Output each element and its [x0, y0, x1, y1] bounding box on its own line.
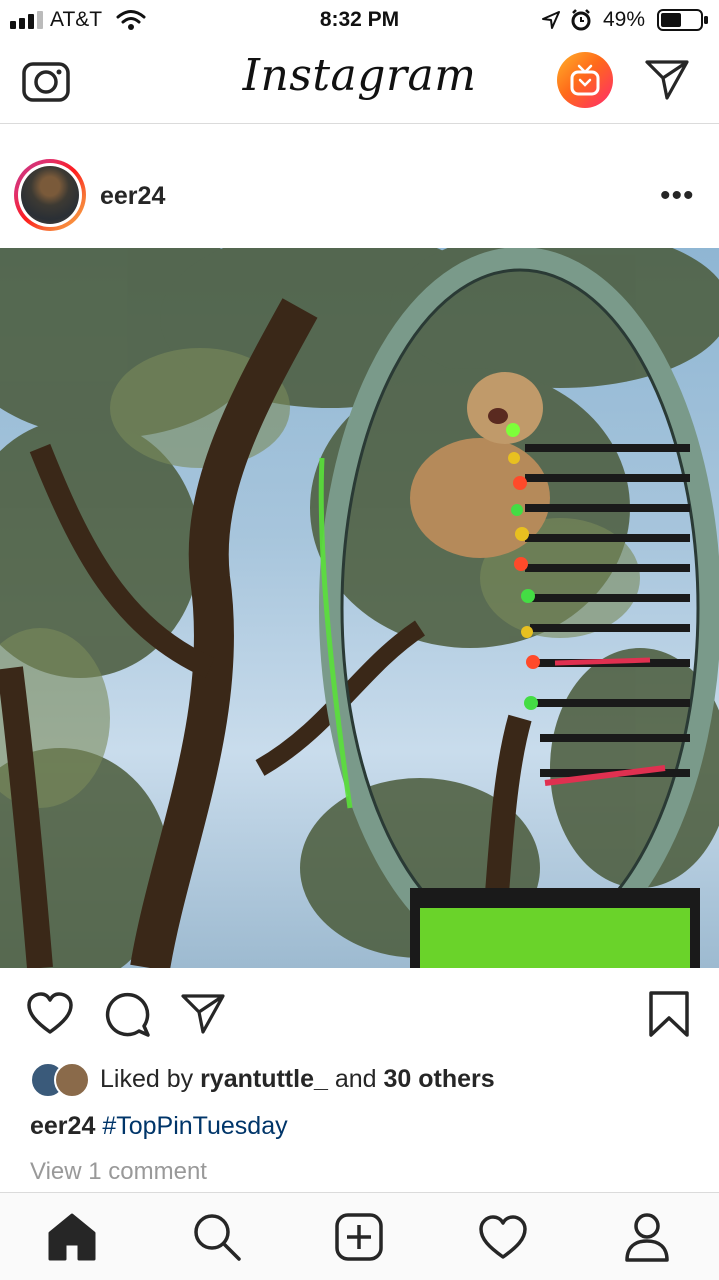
battery-percent: 49%	[603, 8, 646, 31]
bookmark-icon[interactable]	[648, 990, 690, 1038]
more-options-icon[interactable]: •••	[660, 179, 695, 213]
post-photo-illustration	[0, 248, 719, 968]
caption-hashtag[interactable]: #TopPinTuesday	[102, 1112, 287, 1140]
search-icon[interactable]	[191, 1211, 243, 1263]
liker-username[interactable]: ryantuttle_	[200, 1065, 328, 1093]
battery-icon	[657, 9, 708, 31]
profile-icon[interactable]	[621, 1211, 673, 1263]
new-post-icon[interactable]	[333, 1211, 385, 1263]
comment-icon[interactable]	[103, 992, 151, 1038]
post-username[interactable]: eer24	[100, 182, 165, 211]
bottom-tab-bar	[0, 1192, 719, 1280]
likes-prefix: Liked by	[100, 1065, 201, 1093]
likes-others[interactable]: 30 others	[383, 1065, 494, 1093]
post-header: eer24 •••	[0, 124, 719, 248]
igtv-button[interactable]	[557, 52, 613, 108]
igtv-icon	[570, 64, 600, 96]
post-image[interactable]	[0, 248, 719, 968]
caption-username[interactable]: eer24	[30, 1112, 95, 1140]
view-comments-link[interactable]: View 1 comment	[30, 1158, 207, 1186]
avatar-border	[18, 163, 82, 227]
likes-text: Liked by ryantuttle_ and 30 others	[100, 1065, 495, 1094]
likes-middle: and	[327, 1065, 384, 1093]
paper-plane-icon[interactable]	[644, 58, 690, 102]
like-heart-icon[interactable]	[26, 992, 74, 1036]
liker-avatar	[54, 1062, 90, 1098]
activity-icon[interactable]	[477, 1211, 529, 1263]
status-bar: AT&T 8:32 PM 49%	[0, 0, 719, 40]
location-icon	[542, 11, 560, 29]
top-nav: Instagram	[0, 40, 719, 124]
home-icon[interactable]	[46, 1211, 98, 1263]
share-icon[interactable]	[180, 992, 226, 1036]
post-actions	[0, 968, 719, 1058]
story-ring[interactable]	[14, 159, 86, 231]
caption: eer24 #TopPinTuesday	[30, 1112, 288, 1141]
avatar	[21, 166, 79, 224]
alarm-icon	[571, 9, 591, 31]
